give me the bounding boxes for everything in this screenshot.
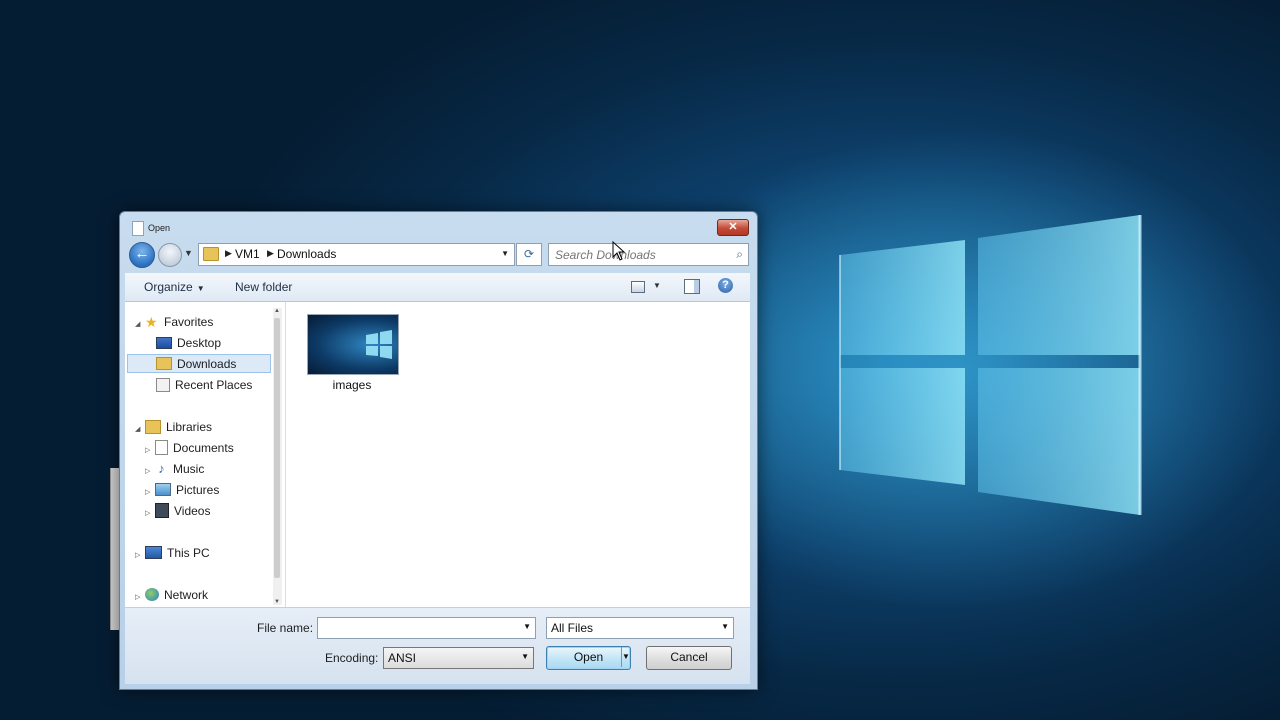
sidebar-item-pictures[interactable]: ▷ Pictures (145, 481, 219, 500)
breadcrumb-vm1[interactable]: VM1 (235, 247, 260, 261)
expanded-arrow-icon[interactable]: ◢ (135, 420, 145, 439)
file-name-label: File name: (257, 621, 314, 635)
navigation-pane[interactable]: ◢ ★ Favorites Desktop Downloads Recent Pla… (125, 302, 286, 607)
sidebar-item-documents[interactable]: ▷ Documents (145, 439, 234, 458)
scrollbar-thumb[interactable] (274, 318, 280, 578)
sidebar-item-downloads[interactable]: Downloads (127, 354, 271, 373)
address-bar[interactable]: ▶ VM1 ▶ Downloads ▼ (198, 243, 515, 266)
chevron-down-icon[interactable]: ▼ (523, 622, 531, 631)
sidebar-item-label: Desktop (177, 336, 222, 350)
network-icon (145, 588, 159, 602)
star-icon: ★ (145, 313, 158, 330)
refresh-button[interactable]: ⟳ (516, 243, 542, 266)
open-dialog: Open ✕ ← ▼ ▶ VM1 ▶ Downloads ▼ ⟳ ⌕ Organ… (119, 211, 758, 690)
breadcrumb-downloads[interactable]: Downloads (277, 247, 336, 261)
navigation-scrollbar[interactable]: ▲ ▼ (273, 308, 282, 605)
help-icon[interactable]: ? (718, 278, 733, 293)
collapsed-arrow-icon[interactable]: ▷ (135, 588, 145, 607)
sidebar-item-favorites[interactable]: ◢ ★ Favorites (135, 313, 213, 332)
sidebar-item-videos[interactable]: ▷ Videos (145, 502, 210, 521)
organize-button[interactable]: Organize ▼ (144, 280, 205, 294)
notepad-icon (132, 221, 144, 236)
back-button[interactable]: ← (129, 242, 155, 268)
sidebar-item-music[interactable]: ▷ ♪ Music (145, 460, 204, 479)
file-list[interactable]: images (286, 302, 750, 607)
sidebar-item-recent-places[interactable]: Recent Places (156, 376, 252, 395)
collapsed-arrow-icon[interactable]: ▷ (145, 441, 155, 460)
scroll-up-icon[interactable]: ▲ (274, 308, 280, 314)
libraries-icon (145, 419, 161, 434)
folder-icon (203, 247, 219, 261)
documents-icon (155, 440, 168, 456)
encoding-select[interactable]: ANSI ▼ (383, 647, 534, 669)
open-options-dropdown-icon[interactable]: ▼ (621, 647, 630, 667)
file-type-value: All Files (551, 621, 594, 635)
desktop-icon (156, 336, 172, 349)
scroll-down-icon[interactable]: ▼ (274, 599, 280, 605)
sidebar-item-label: Favorites (164, 315, 214, 329)
sidebar-item-label: Documents (173, 441, 234, 455)
computer-icon (145, 546, 162, 560)
chevron-down-icon[interactable]: ▼ (521, 652, 529, 661)
title-bar[interactable]: Open ✕ (120, 212, 757, 240)
pictures-icon (155, 483, 171, 497)
collapsed-arrow-icon[interactable]: ▷ (135, 546, 145, 565)
sidebar-item-label: Recent Places (175, 378, 253, 392)
folder-thumbnail (307, 314, 399, 375)
chevron-down-icon: ▼ (196, 284, 205, 293)
sidebar-item-label: Downloads (177, 357, 237, 371)
dialog-title: Open (148, 223, 171, 233)
new-folder-button[interactable]: New folder (235, 280, 292, 294)
search-icon[interactable]: ⌕ (736, 247, 743, 262)
windows-logo-thumbnail-icon (366, 330, 392, 359)
sidebar-item-label: Pictures (176, 483, 220, 497)
sidebar-item-label: Videos (174, 504, 211, 518)
collapsed-arrow-icon[interactable]: ▷ (145, 504, 155, 523)
open-button[interactable]: Open ▼ (546, 646, 631, 670)
sidebar-item-label: This PC (167, 546, 210, 560)
encoding-label: Encoding: (325, 651, 379, 665)
file-name: images (332, 378, 372, 392)
address-dropdown-icon[interactable]: ▼ (501, 249, 509, 258)
breadcrumb-chevron-icon[interactable]: ▶ (267, 248, 274, 259)
preview-pane-icon[interactable] (684, 279, 700, 294)
file-type-select[interactable]: All Files ▼ (546, 617, 734, 639)
mouse-cursor-icon (612, 241, 626, 261)
close-button[interactable]: ✕ (717, 219, 749, 236)
encoding-value: ANSI (388, 651, 417, 665)
expanded-arrow-icon[interactable]: ◢ (135, 315, 145, 334)
collapsed-arrow-icon[interactable]: ▷ (145, 462, 155, 481)
collapsed-arrow-icon[interactable]: ▷ (145, 483, 155, 502)
search-input[interactable] (553, 246, 727, 264)
command-toolbar: Organize ▼ New folder ▼ ? (125, 273, 750, 302)
chevron-down-icon[interactable]: ▼ (721, 622, 729, 631)
open-button-label: Open (573, 650, 604, 664)
recent-locations-dropdown[interactable]: ▼ (184, 248, 193, 258)
cancel-button[interactable]: Cancel (646, 646, 732, 670)
breadcrumb-chevron-icon[interactable]: ▶ (225, 248, 232, 259)
organize-label: Organize (144, 280, 193, 294)
sidebar-item-label: Music (173, 462, 205, 476)
forward-button[interactable] (158, 243, 182, 267)
sidebar-item-desktop[interactable]: Desktop (156, 334, 221, 353)
sidebar-item-network[interactable]: ▷ Network (135, 586, 208, 605)
sidebar-item-label: Libraries (166, 420, 213, 434)
music-icon: ♪ (158, 461, 165, 477)
file-item[interactable]: images (304, 312, 400, 392)
search-box[interactable]: ⌕ (548, 243, 749, 266)
dialog-footer: File name: ▼ All Files ▼ Encoding: ANSI … (125, 608, 750, 684)
sidebar-item-libraries[interactable]: ◢ Libraries (135, 418, 212, 437)
downloads-folder-icon (156, 357, 172, 371)
videos-icon (155, 503, 169, 519)
view-options-dropdown-icon[interactable]: ▼ (653, 281, 661, 290)
sidebar-item-label: Network (164, 588, 209, 602)
recent-places-icon (156, 377, 170, 392)
change-view-icon[interactable] (631, 281, 645, 293)
file-name-field[interactable]: ▼ (317, 617, 536, 639)
sidebar-item-this-pc[interactable]: ▷ This PC (135, 544, 210, 563)
